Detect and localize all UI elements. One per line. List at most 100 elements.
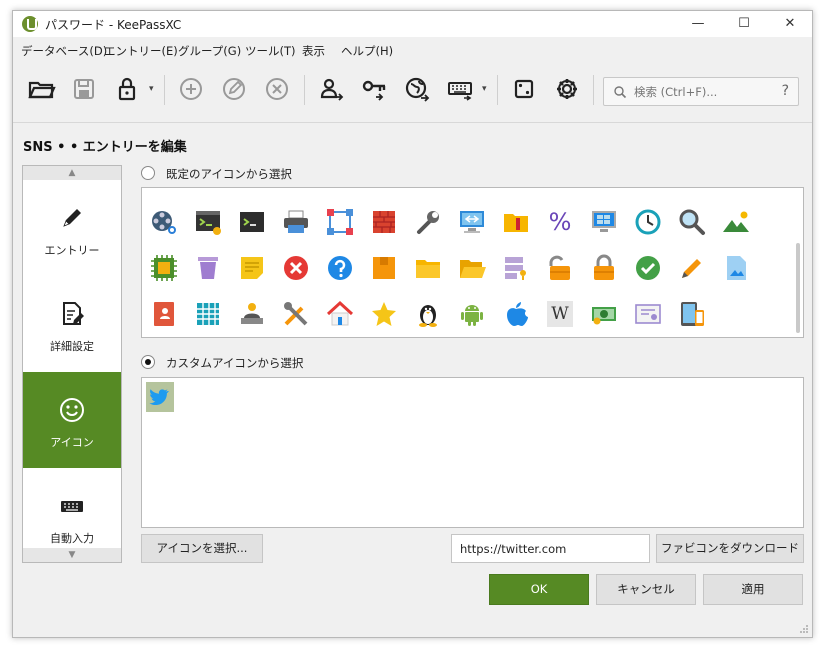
- menu-database[interactable]: データベース(D): [21, 43, 107, 59]
- custom-icon-list: [141, 377, 804, 528]
- orange-box-icon[interactable]: [370, 254, 398, 282]
- cancel-button[interactable]: キャンセル: [596, 574, 696, 605]
- copy-username-button[interactable]: [315, 73, 347, 105]
- custom-icon-radio[interactable]: [141, 355, 155, 369]
- menu-view[interactable]: 表示: [302, 43, 325, 59]
- wrench-icon[interactable]: [414, 208, 442, 236]
- tablet-phone-icon[interactable]: [678, 300, 706, 328]
- lock-dropdown-caret[interactable]: ▾: [149, 84, 154, 94]
- unlocked-icon[interactable]: [546, 254, 574, 282]
- select-icon-button[interactable]: アイコンを選択...: [141, 534, 263, 563]
- toolbar-separator: [164, 75, 165, 105]
- delete-entry-button[interactable]: [261, 73, 293, 105]
- money-icon[interactable]: [590, 300, 618, 328]
- house-icon[interactable]: [326, 300, 354, 328]
- toolbar-separator: [593, 75, 594, 105]
- terminal-dark-icon[interactable]: [238, 208, 266, 236]
- clock-icon[interactable]: [634, 208, 662, 236]
- default-icon-grid: % W: [141, 187, 804, 338]
- sidebar-item-icon[interactable]: アイコン: [23, 372, 121, 468]
- sidebar-item-entry[interactable]: エントリー: [23, 180, 121, 276]
- minimize-button[interactable]: —: [675, 11, 721, 37]
- help-icon[interactable]: [326, 254, 354, 282]
- window-title: パスワード - KeePassXC: [45, 18, 182, 32]
- locked-icon[interactable]: [590, 254, 618, 282]
- address-book-icon[interactable]: [150, 300, 178, 328]
- sidebar-item-label: 自動入力: [50, 532, 94, 545]
- database-key-icon[interactable]: [502, 254, 530, 282]
- percent-icon[interactable]: %: [546, 208, 574, 236]
- password-generator-button[interactable]: [508, 73, 540, 105]
- person-laptop-icon[interactable]: [238, 300, 266, 328]
- folder-zip-icon[interactable]: [502, 208, 530, 236]
- auto-type-dropdown-caret[interactable]: ▾: [482, 84, 487, 94]
- folder-icon[interactable]: [414, 254, 442, 282]
- twitter-icon[interactable]: [146, 382, 174, 412]
- brick-wall-icon[interactable]: [370, 208, 398, 236]
- sticky-note-icon[interactable]: [238, 254, 266, 282]
- toolbar-divider: [13, 122, 812, 123]
- ok-button[interactable]: OK: [489, 574, 589, 605]
- add-entry-button[interactable]: [175, 73, 207, 105]
- star-icon[interactable]: [370, 300, 398, 328]
- trash-icon[interactable]: [194, 254, 222, 282]
- keepassxc-window: パスワード - KeePassXC — ☐ ✕ データベース(D) エントリー(…: [12, 10, 813, 638]
- menu-tools[interactable]: ツール(T): [245, 43, 296, 59]
- open-database-button[interactable]: [25, 73, 57, 105]
- menu-entry[interactable]: エントリー(E): [104, 43, 178, 59]
- edit-entry-button[interactable]: [218, 73, 250, 105]
- default-icon-radio[interactable]: [141, 166, 155, 180]
- gear-icon: [557, 79, 577, 99]
- icon-grid-scrollbar[interactable]: [796, 243, 800, 333]
- edit-sidebar: ▲ エントリー 詳細設定 アイコン 自動入力 ▼: [22, 165, 122, 563]
- resize-grip-icon[interactable]: [799, 624, 809, 634]
- wikipedia-icon[interactable]: W: [546, 300, 574, 328]
- settings-button[interactable]: [551, 73, 583, 105]
- close-button[interactable]: ✕: [767, 11, 813, 37]
- android-icon[interactable]: [458, 300, 486, 328]
- magnifier-icon[interactable]: [678, 208, 706, 236]
- apple-icon[interactable]: [502, 300, 530, 328]
- download-favicon-button[interactable]: ファビコンをダウンロード: [656, 534, 804, 563]
- save-database-button[interactable]: [68, 73, 100, 105]
- apply-button[interactable]: 適用: [703, 574, 803, 605]
- network-nodes-icon[interactable]: [326, 208, 354, 236]
- keyboard-icon: [61, 501, 83, 512]
- image-file-icon[interactable]: [722, 254, 750, 282]
- table-icon[interactable]: [194, 300, 222, 328]
- monitor-icon[interactable]: [458, 208, 486, 236]
- menu-help[interactable]: ヘルプ(H): [341, 43, 393, 59]
- copy-password-button[interactable]: [358, 73, 390, 105]
- sidebar-scroll-up-button[interactable]: ▲: [23, 166, 121, 180]
- certificate-icon[interactable]: [634, 300, 662, 328]
- menu-group[interactable]: グループ(G): [178, 43, 241, 59]
- maximize-button[interactable]: ☐: [721, 11, 767, 37]
- chip-icon[interactable]: [150, 254, 178, 282]
- user-arrow-icon: [320, 78, 344, 101]
- terminal-icon[interactable]: [194, 208, 222, 236]
- pencil-orange-icon[interactable]: [678, 254, 706, 282]
- sidebar-item-label: 詳細設定: [50, 340, 94, 353]
- mountain-image-icon[interactable]: [722, 208, 750, 236]
- red-x-icon[interactable]: [282, 254, 310, 282]
- linux-icon[interactable]: [414, 300, 442, 328]
- folder-open-icon[interactable]: [458, 254, 486, 282]
- sidebar-item-advanced[interactable]: 詳細設定: [23, 276, 121, 372]
- auto-type-button[interactable]: [444, 73, 476, 105]
- search-input[interactable]: [634, 83, 774, 101]
- sidebar-item-label: アイコン: [50, 436, 94, 449]
- lock-database-button[interactable]: [111, 73, 143, 105]
- tools-icon[interactable]: [282, 300, 310, 328]
- open-url-button[interactable]: [401, 73, 433, 105]
- film-reel-icon[interactable]: [150, 208, 178, 236]
- search-help-button[interactable]: ?: [782, 83, 789, 99]
- check-icon[interactable]: [634, 254, 662, 282]
- search-icon: [614, 86, 627, 99]
- windows-icon[interactable]: [590, 208, 618, 236]
- favicon-url-input[interactable]: [451, 534, 650, 563]
- lock-icon: [118, 77, 136, 101]
- sidebar-scroll-down-button[interactable]: ▼: [23, 548, 121, 562]
- pencil-icon: [63, 209, 81, 227]
- printer-icon[interactable]: [282, 208, 310, 236]
- toolbar-separator: [304, 75, 305, 105]
